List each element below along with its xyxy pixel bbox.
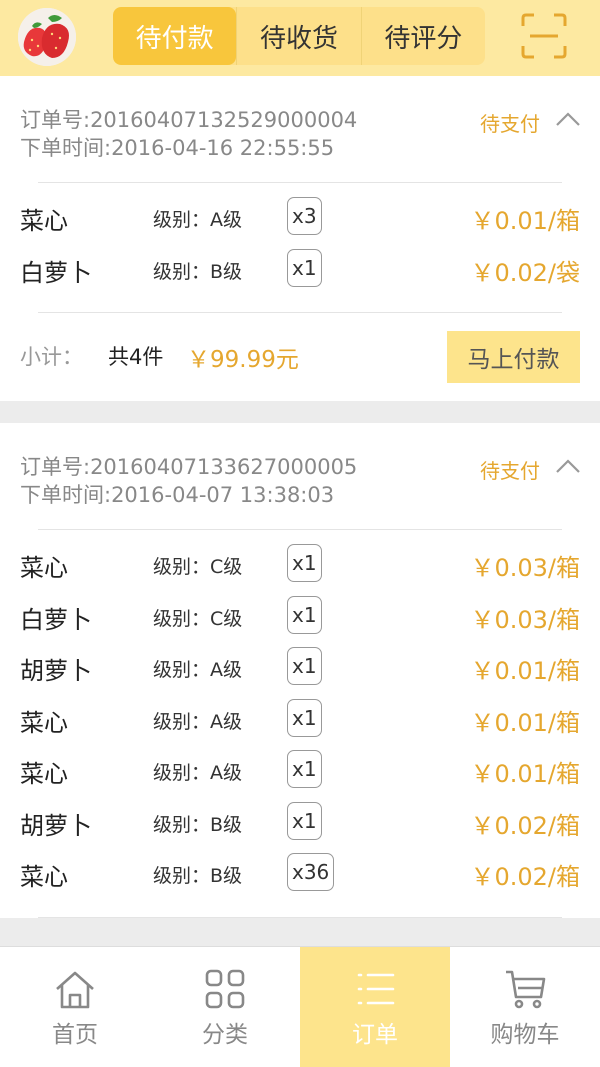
list-item: 菜心 级别：A级 x3 ￥0.01/箱 xyxy=(0,193,600,245)
item-name: 白萝卜 xyxy=(20,258,92,287)
item-price: ￥0.01/箱 xyxy=(470,760,580,788)
item-quantity: x1 xyxy=(287,647,322,685)
subtotal-label: 小计： xyxy=(20,345,83,369)
list-item: 白萝卜 级别：C级 x1 ￥0.03/箱 xyxy=(0,592,600,644)
order-items: 菜心 级别：C级 x1 ￥0.03/箱 白萝卜 级别：C级 x1 ￥0.03/箱… xyxy=(0,530,600,917)
pay-now-button[interactable]: 马上付款 xyxy=(447,331,580,383)
order-header: 订单号:20160407132529000004 下单时间:2016-04-16… xyxy=(0,76,600,182)
list-item: 胡萝卜 级别：A级 x1 ￥0.01/箱 xyxy=(0,643,600,695)
category-icon xyxy=(205,969,245,1009)
order-status: 待支付 xyxy=(480,459,540,483)
item-grade: 级别：B级 xyxy=(153,260,243,283)
item-price: ￥0.02/箱 xyxy=(470,811,580,840)
bottom-nav: 首页 分类 订单 购物车 xyxy=(0,946,600,1067)
item-price: ￥0.02/箱 xyxy=(470,863,580,891)
item-quantity: x1 xyxy=(287,595,322,634)
nav-item-home[interactable]: 首页 xyxy=(0,947,150,1067)
nav-label: 购物车 xyxy=(490,1022,560,1048)
home-icon xyxy=(56,971,94,1009)
item-name: 菜心 xyxy=(20,207,68,235)
tab-pending-payment[interactable]: 待付款 xyxy=(113,7,237,65)
item-name: 菜心 xyxy=(20,708,68,737)
divider xyxy=(38,916,562,918)
item-quantity: x1 xyxy=(287,801,322,840)
item-grade: 级别：A级 xyxy=(153,209,242,231)
order-subtotal: 小计： 共4件 ￥99.99元 马上付款 xyxy=(0,313,600,401)
item-quantity: x1 xyxy=(287,248,322,287)
cart-icon xyxy=(506,970,546,1009)
item-price: ￥0.03/箱 xyxy=(470,554,580,582)
item-price: ￥0.02/袋 xyxy=(470,258,580,287)
avatar[interactable] xyxy=(18,8,76,66)
item-quantity: x1 xyxy=(287,544,322,582)
card-separator xyxy=(0,401,600,423)
item-grade: 级别：A级 xyxy=(153,762,242,784)
item-grade: 级别：B级 xyxy=(153,813,243,836)
item-price: ￥0.01/箱 xyxy=(470,657,580,685)
item-name: 白萝卜 xyxy=(20,605,92,634)
top-bar: 待付款 待收货 待评分 xyxy=(0,0,600,76)
item-grade: 级别：C级 xyxy=(153,556,243,578)
tab-pending-receipt[interactable]: 待收货 xyxy=(236,7,360,65)
list-item: 胡萝卜 级别：B级 x1 ￥0.02/箱 xyxy=(0,798,600,850)
chevron-up-icon[interactable] xyxy=(554,455,582,477)
item-name: 胡萝卜 xyxy=(20,811,92,840)
item-grade: 级别：A级 xyxy=(153,710,242,733)
strawberry-icon xyxy=(18,8,76,66)
nav-item-category[interactable]: 分类 xyxy=(150,947,300,1067)
nav-item-orders[interactable]: 订单 xyxy=(300,947,450,1067)
item-name: 菜心 xyxy=(20,554,68,582)
order-card: 订单号:20160407133627000005 下单时间:2016-04-07… xyxy=(0,423,600,918)
nav-item-cart[interactable]: 购物车 xyxy=(450,947,600,1067)
item-quantity: x1 xyxy=(287,750,322,788)
item-quantity: x3 xyxy=(287,197,322,235)
item-name: 菜心 xyxy=(20,863,68,891)
item-price: ￥0.03/箱 xyxy=(470,605,580,634)
order-list[interactable]: 订单号:20160407132529000004 下单时间:2016-04-16… xyxy=(0,76,600,946)
list-item: 菜心 级别：A级 x1 ￥0.01/箱 xyxy=(0,746,600,798)
item-grade: 级别：C级 xyxy=(153,607,243,630)
order-card: 订单号:20160407132529000004 下单时间:2016-04-16… xyxy=(0,76,600,401)
order-header: 订单号:20160407133627000005 下单时间:2016-04-07… xyxy=(0,423,600,529)
order-status: 待支付 xyxy=(480,112,540,136)
list-item: 菜心 级别：C级 x1 ￥0.03/箱 xyxy=(0,540,600,592)
scan-icon[interactable] xyxy=(520,12,568,60)
item-quantity: x36 xyxy=(287,853,335,891)
item-grade: 级别：A级 xyxy=(153,659,242,681)
list-item: 菜心 级别：B级 x36 ￥0.02/箱 xyxy=(0,849,600,901)
item-grade: 级别：B级 xyxy=(153,865,243,887)
list-item: 菜心 级别：A级 x1 ￥0.01/箱 xyxy=(0,695,600,747)
item-name: 胡萝卜 xyxy=(20,657,92,685)
item-price: ￥0.01/箱 xyxy=(470,207,580,235)
item-quantity: x1 xyxy=(287,698,322,737)
order-list-icon xyxy=(357,973,395,1005)
chevron-up-icon[interactable] xyxy=(554,108,582,130)
item-name: 菜心 xyxy=(20,760,68,788)
nav-label: 首页 xyxy=(52,1022,98,1048)
subtotal-amount: ￥99.99元 xyxy=(187,347,299,373)
item-price: ￥0.01/箱 xyxy=(470,708,580,737)
order-status-tabs: 待付款 待收货 待评分 xyxy=(113,7,485,65)
order-items: 菜心 级别：A级 x3 ￥0.01/箱 白萝卜 级别：B级 x1 ￥0.02/袋 xyxy=(0,183,600,312)
item-count: 共4件 xyxy=(108,345,164,369)
nav-label: 订单 xyxy=(352,1022,398,1048)
list-item: 白萝卜 级别：B级 x1 ￥0.02/袋 xyxy=(0,245,600,297)
order-time: 下单时间:2016-04-07 13:38:03 xyxy=(20,483,335,507)
nav-label: 分类 xyxy=(202,1022,248,1048)
order-time: 下单时间:2016-04-16 22:55:55 xyxy=(20,136,335,160)
tab-pending-review[interactable]: 待评分 xyxy=(360,7,485,65)
